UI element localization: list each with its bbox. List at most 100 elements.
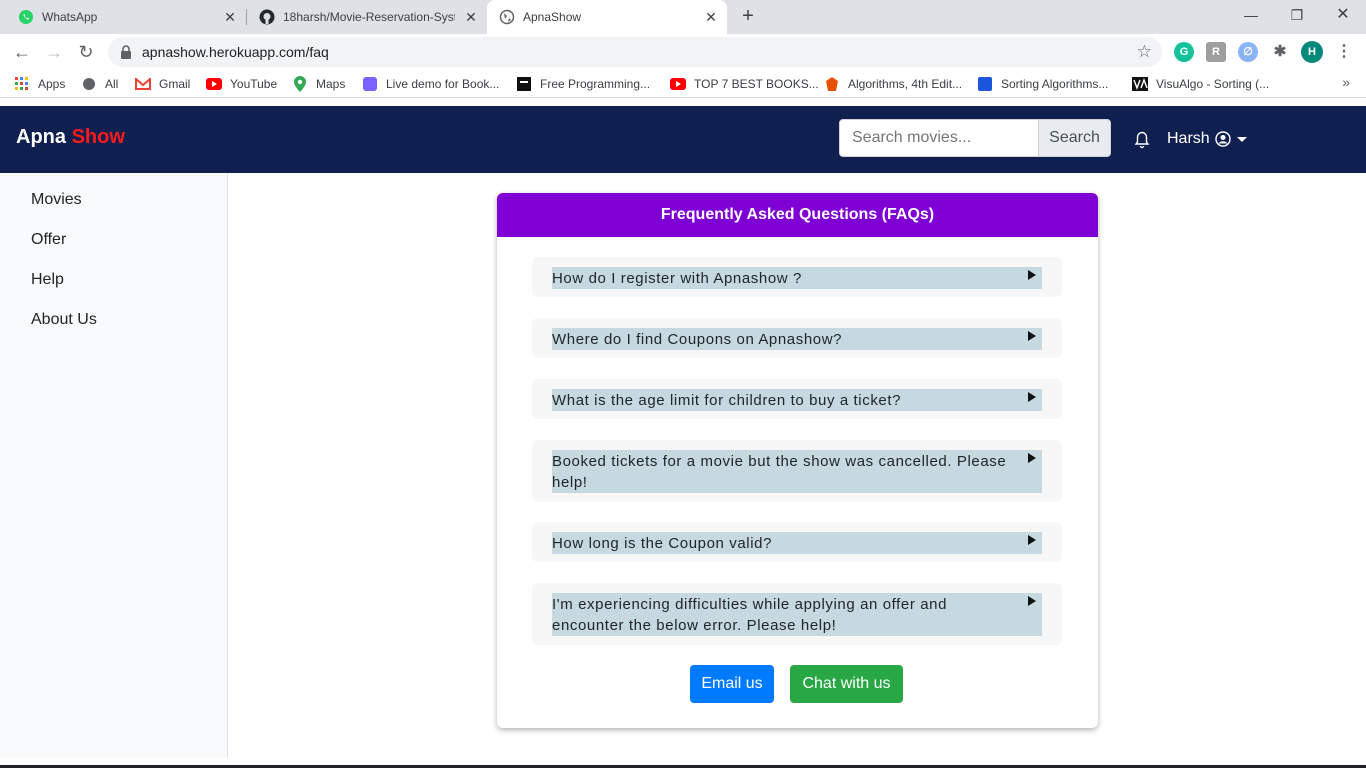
- youtube-icon: [206, 76, 222, 92]
- bookmark-site-icon: [362, 76, 378, 92]
- extension-icon[interactable]: R: [1206, 42, 1226, 62]
- bookmark-site-icon: [977, 76, 993, 92]
- youtube-icon: [670, 76, 686, 92]
- bookmark-label: Algorithms, 4th Edit...: [848, 77, 963, 91]
- extension-icon[interactable]: ∅: [1238, 42, 1258, 62]
- puzzle-icon[interactable]: ✱: [1270, 42, 1290, 62]
- bookmark-youtube[interactable]: YouTube: [206, 75, 277, 93]
- caret-right-icon: [1028, 270, 1036, 280]
- url-text: apnashow.herokuapp.com/faq: [142, 44, 329, 60]
- tab-whatsapp[interactable]: WhatsApp ✕: [0, 0, 246, 34]
- bookmark-live-demo[interactable]: Live demo for Book...: [362, 75, 499, 93]
- tab-title: ApnaShow: [523, 10, 582, 24]
- close-icon[interactable]: ✕: [703, 9, 719, 25]
- bookmark-site-icon: [824, 76, 840, 92]
- chevron-double-right-icon[interactable]: »: [1342, 74, 1350, 90]
- window-close-icon[interactable]: ✕: [1320, 0, 1366, 30]
- globe-icon: [81, 76, 97, 92]
- search-button[interactable]: Search: [1038, 119, 1111, 157]
- faq-item[interactable]: Booked tickets for a movie but the show …: [532, 440, 1062, 502]
- bookmark-visualgo[interactable]: VisuAlgo - Sorting (...: [1132, 75, 1269, 93]
- bookmark-apps[interactable]: Apps: [14, 75, 65, 93]
- bookmark-label: Maps: [316, 77, 346, 91]
- profile-avatar[interactable]: H: [1301, 41, 1323, 63]
- faq-question: What is the age limit for children to bu…: [552, 389, 1042, 411]
- bookmark-algorithms[interactable]: Algorithms, 4th Edit...: [824, 75, 962, 93]
- address-bar[interactable]: apnashow.herokuapp.com/faq ☆: [108, 37, 1162, 67]
- close-icon[interactable]: ✕: [222, 9, 238, 25]
- bell-icon[interactable]: [1134, 131, 1150, 149]
- user-menu[interactable]: Harsh: [1167, 130, 1247, 148]
- faq-question: I'm experiencing difficulties while appl…: [552, 593, 1042, 636]
- bookmark-free-programming[interactable]: Free Programming...: [516, 75, 650, 93]
- bookmark-label: Apps: [38, 77, 66, 91]
- search-input[interactable]: [839, 119, 1039, 157]
- bookmark-sorting[interactable]: Sorting Algorithms...: [977, 75, 1108, 93]
- tab-title: WhatsApp: [42, 10, 98, 24]
- brand-part-1: Apna: [16, 126, 66, 148]
- reload-icon[interactable]: ↻: [72, 38, 100, 66]
- faq-question: How do I register with Apnashow ?: [552, 267, 1042, 289]
- faq-item[interactable]: How long is the Coupon valid?: [532, 522, 1062, 562]
- bookmark-label: TOP 7 BEST BOOKS...: [694, 77, 819, 91]
- back-icon[interactable]: ←: [8, 38, 36, 66]
- faq-question: Where do I find Coupons on Apnashow?: [552, 328, 1042, 350]
- forward-icon[interactable]: →: [40, 38, 68, 66]
- faq-item[interactable]: Where do I find Coupons on Apnashow?: [532, 318, 1062, 358]
- bookmark-all[interactable]: All: [81, 75, 118, 93]
- close-icon[interactable]: ✕: [463, 9, 479, 25]
- tab-title: 18harsh/Movie-Reservation-System: [283, 10, 455, 24]
- user-name: Harsh: [1167, 130, 1210, 147]
- faq-question-text: Where do I find Coupons on Apnashow?: [552, 331, 843, 348]
- faq-item[interactable]: How do I register with Apnashow ?: [532, 257, 1062, 297]
- faq-question-text: What is the age limit for children to bu…: [552, 392, 902, 409]
- bookmark-gmail[interactable]: Gmail: [135, 75, 190, 93]
- user-circle-icon: [1214, 131, 1231, 147]
- bookmark-site-icon: [1132, 76, 1148, 92]
- bookmark-label: Free Programming...: [540, 77, 651, 91]
- bookmark-label: VisuAlgo - Sorting (...: [1156, 77, 1270, 91]
- gmail-icon: [135, 76, 151, 92]
- bookmark-maps[interactable]: Maps: [292, 75, 345, 93]
- sidebar-item-about-us[interactable]: About Us: [31, 311, 97, 329]
- sidebar-item-movies[interactable]: Movies: [31, 191, 82, 209]
- caret-right-icon: [1028, 596, 1036, 606]
- sidebar-item-offer[interactable]: Offer: [31, 231, 66, 249]
- brand-part-2: Show: [71, 126, 125, 148]
- brand-logo[interactable]: Apna Show: [16, 126, 125, 149]
- faq-title: Frequently Asked Questions (FAQs): [497, 193, 1098, 237]
- faq-question: Booked tickets for a movie but the show …: [552, 450, 1042, 493]
- bookmark-star-icon[interactable]: ☆: [1137, 42, 1152, 62]
- faq-item[interactable]: I'm experiencing difficulties while appl…: [532, 583, 1062, 645]
- faq-question: How long is the Coupon valid?: [552, 532, 1042, 554]
- faq-question-text: How long is the Coupon valid?: [552, 535, 773, 552]
- grammarly-icon[interactable]: G: [1174, 42, 1194, 62]
- caret-right-icon: [1028, 331, 1036, 341]
- sidebar: Movies Offer Help About Us: [0, 173, 228, 757]
- caret-right-icon: [1028, 392, 1036, 402]
- bookmarks-bar: Apps All Gmail YouTube Maps Live demo fo…: [0, 70, 1366, 98]
- bookmark-label: Live demo for Book...: [386, 77, 500, 91]
- chat-with-us-button[interactable]: Chat with us: [790, 665, 903, 703]
- email-us-button[interactable]: Email us: [690, 665, 774, 703]
- restore-icon[interactable]: ❐: [1274, 0, 1320, 30]
- browser-toolbar: ← → ↻ apnashow.herokuapp.com/faq ☆ G R ∅…: [0, 34, 1366, 70]
- browser-tab-bar: WhatsApp ✕ 18harsh/Movie-Reservation-Sys…: [0, 0, 1366, 34]
- caret-right-icon: [1028, 453, 1036, 463]
- new-tab-icon[interactable]: +: [737, 5, 759, 27]
- maps-pin-icon: [292, 76, 308, 92]
- sidebar-item-help[interactable]: Help: [31, 271, 64, 289]
- faq-question-text: How do I register with Apnashow ?: [552, 270, 802, 287]
- app-navbar: Apna Show Search Harsh: [0, 106, 1366, 173]
- bookmark-top7[interactable]: TOP 7 BEST BOOKS...: [670, 75, 819, 93]
- tab-github[interactable]: 18harsh/Movie-Reservation-System ✕: [247, 0, 487, 34]
- caret-down-icon: [1236, 136, 1247, 142]
- menu-icon[interactable]: ⋮: [1334, 42, 1354, 62]
- tab-apnashow[interactable]: ApnaShow ✕: [487, 0, 727, 34]
- minimize-icon[interactable]: —: [1228, 0, 1274, 30]
- faq-question-text: I'm experiencing difficulties while appl…: [552, 596, 948, 634]
- bookmark-site-icon: [516, 76, 532, 92]
- faq-item[interactable]: What is the age limit for children to bu…: [532, 379, 1062, 419]
- faq-question-text: Booked tickets for a movie but the show …: [552, 453, 1007, 491]
- bookmark-label: YouTube: [230, 77, 278, 91]
